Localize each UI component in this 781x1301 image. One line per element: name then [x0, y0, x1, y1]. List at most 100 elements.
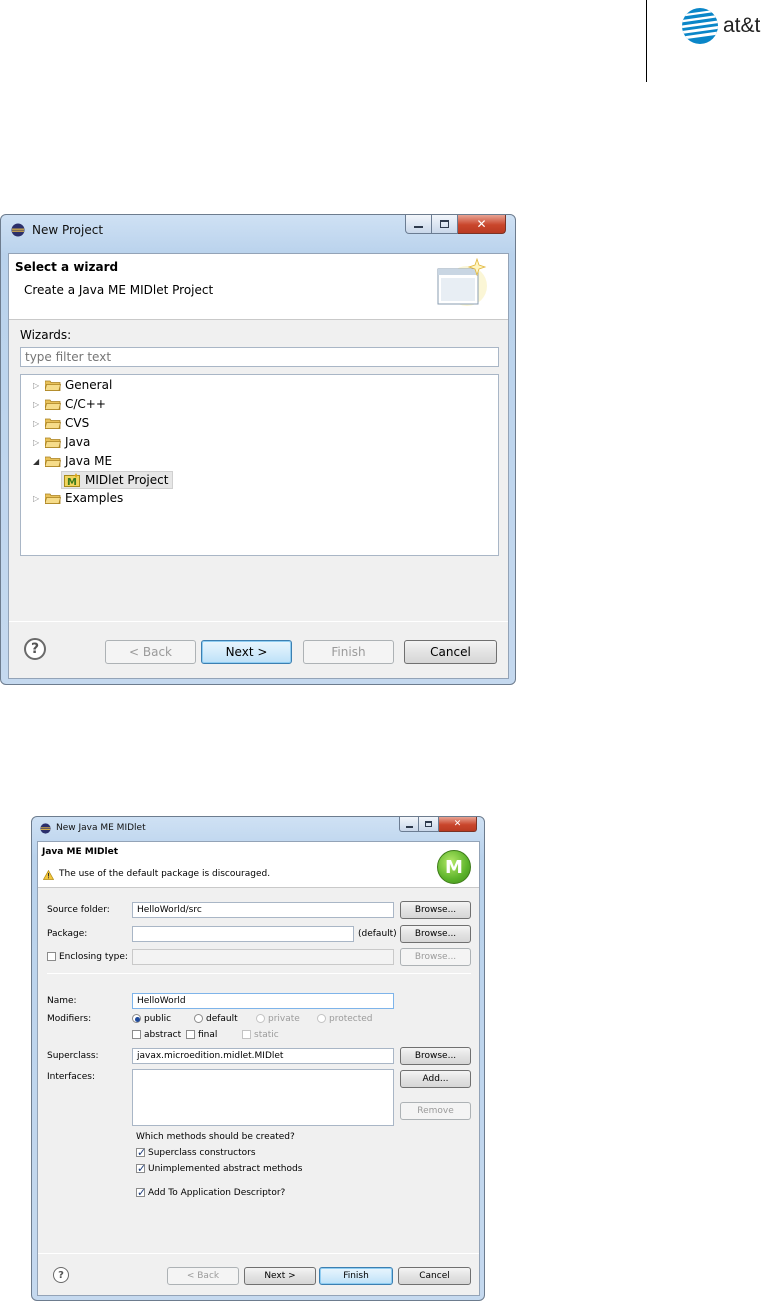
wizard-banner-icon: [437, 258, 487, 306]
modifier-abstract[interactable]: abstract: [132, 1030, 181, 1040]
maximize-button[interactable]: [432, 215, 458, 234]
superclass-field[interactable]: javax.microedition.midlet.MIDlet: [132, 1048, 394, 1064]
browse-enclosing-button[interactable]: Browse...: [400, 948, 471, 966]
folder-icon: [44, 418, 62, 429]
browse-source-button[interactable]: Browse...: [400, 901, 471, 919]
enclosing-type-row[interactable]: Enclosing type:: [47, 952, 128, 962]
back-button[interactable]: < Back: [105, 640, 196, 664]
add-interface-button[interactable]: Add...: [400, 1070, 471, 1088]
static-checkbox[interactable]: [242, 1030, 251, 1039]
wizard-header: Select a wizard Create a Java ME MIDlet …: [9, 254, 508, 320]
tree-item-general[interactable]: ▷ General: [33, 378, 112, 392]
wizard-content: Select a wizard Create a Java ME MIDlet …: [8, 253, 509, 679]
close-button[interactable]: ✕: [458, 215, 506, 234]
method-superclass-constructors[interactable]: Superclass constructors: [136, 1146, 256, 1159]
collapse-icon[interactable]: ◢: [33, 457, 43, 466]
svg-text:M: M: [67, 477, 77, 487]
close-icon: ✕: [476, 217, 487, 231]
source-folder-label: Source folder:: [47, 905, 110, 915]
maximize-icon: [425, 821, 432, 827]
radio-private[interactable]: [256, 1014, 265, 1023]
badge-letter: M: [445, 856, 463, 878]
tree-item-label: CVS: [65, 416, 90, 430]
modifier-public[interactable]: public: [132, 1014, 171, 1024]
modifier-default[interactable]: default: [194, 1014, 238, 1024]
modifier-static[interactable]: static: [242, 1030, 279, 1040]
modifier-final-label: final: [198, 1030, 218, 1040]
close-button[interactable]: ✕: [439, 817, 477, 832]
minimize-button[interactable]: [405, 215, 432, 234]
expand-icon[interactable]: ▷: [33, 438, 43, 447]
abstract-checkbox[interactable]: [132, 1030, 141, 1039]
browse-package-button[interactable]: Browse...: [400, 925, 471, 943]
add-descriptor-label: Add To Application Descriptor?: [148, 1188, 286, 1198]
wizard-tree[interactable]: ▷ General ▷ C/C++ ▷ CVS ▷ Java ◢ Java ME…: [20, 374, 499, 556]
expand-icon[interactable]: ▷: [33, 494, 43, 503]
folder-icon: [44, 380, 62, 391]
help-icon[interactable]: ?: [24, 638, 46, 660]
midlet-header: Java ME MIDlet The use of the default pa…: [38, 842, 479, 888]
back-button[interactable]: < Back: [167, 1267, 239, 1285]
tree-item-midlet-project[interactable]: M MIDlet Project: [61, 471, 174, 489]
next-button[interactable]: Next >: [201, 640, 292, 664]
new-project-window: New Project ✕ Select a wizard Create a J…: [0, 214, 516, 685]
close-icon: ✕: [453, 819, 462, 829]
wizard-title: Select a wizard: [15, 260, 119, 274]
final-checkbox[interactable]: [186, 1030, 195, 1039]
enclosing-type-checkbox[interactable]: [47, 952, 56, 961]
modifier-private[interactable]: private: [256, 1014, 300, 1024]
modifier-private-label: private: [268, 1014, 300, 1024]
expand-icon[interactable]: ▷: [33, 400, 43, 409]
superclass-value: javax.microedition.midlet.MIDlet: [137, 1051, 284, 1061]
minimize-icon: [405, 825, 413, 828]
tree-item-label: MIDlet Project: [85, 473, 169, 487]
name-field[interactable]: HelloWorld: [132, 993, 394, 1009]
help-icon[interactable]: ?: [53, 1267, 69, 1283]
cancel-button[interactable]: Cancel: [398, 1267, 471, 1285]
next-button[interactable]: Next >: [244, 1267, 316, 1285]
unimplemented-methods-checkbox[interactable]: [136, 1162, 146, 1175]
cancel-button[interactable]: Cancel: [404, 640, 497, 664]
radio-default[interactable]: [194, 1014, 203, 1023]
remove-interface-button[interactable]: Remove: [400, 1102, 471, 1120]
radio-public[interactable]: [132, 1014, 141, 1023]
footer-separator: [9, 621, 508, 622]
superclass-constructors-checkbox[interactable]: [136, 1146, 146, 1159]
modifier-abstract-label: abstract: [144, 1030, 182, 1040]
add-descriptor-row[interactable]: Add To Application Descriptor?: [136, 1186, 286, 1199]
interfaces-label: Interfaces:: [47, 1072, 96, 1082]
radio-protected[interactable]: [317, 1014, 326, 1023]
modifiers-label: Modifiers:: [47, 1014, 92, 1024]
browse-superclass-button[interactable]: Browse...: [400, 1047, 471, 1065]
tree-item-cvs[interactable]: ▷ CVS: [33, 416, 89, 430]
modifier-final[interactable]: final: [186, 1030, 217, 1040]
modifier-static-label: static: [254, 1030, 279, 1040]
logo-divider: [646, 0, 647, 82]
midlet-badge-icon: M: [437, 850, 471, 884]
methods-question: Which methods should be created?: [136, 1132, 295, 1142]
tree-item-label: General: [65, 378, 113, 392]
default-label: (default): [358, 929, 397, 939]
method-unimplemented[interactable]: Unimplemented abstract methods: [136, 1162, 302, 1175]
tree-item-java[interactable]: ▷ Java: [33, 435, 90, 449]
tree-item-label: Java ME: [65, 454, 113, 468]
modifier-protected[interactable]: protected: [317, 1014, 373, 1024]
tree-item-cpp[interactable]: ▷ C/C++: [33, 397, 106, 411]
add-descriptor-checkbox[interactable]: [136, 1186, 146, 1199]
tree-item-java-me[interactable]: ◢ Java ME: [33, 454, 112, 468]
filter-input[interactable]: [20, 347, 499, 367]
enclosing-type-field: [132, 949, 394, 965]
finish-button[interactable]: Finish: [303, 640, 394, 664]
maximize-button[interactable]: [419, 817, 439, 832]
maximize-icon: [440, 220, 449, 228]
package-field[interactable]: [132, 926, 354, 942]
tree-item-examples[interactable]: ▷ Examples: [33, 491, 123, 505]
interfaces-list[interactable]: [132, 1069, 394, 1126]
expand-icon[interactable]: ▷: [33, 419, 43, 428]
source-folder-value: HelloWorld/src: [137, 905, 202, 915]
finish-button[interactable]: Finish: [319, 1267, 393, 1285]
expand-icon[interactable]: ▷: [33, 381, 43, 390]
package-label: Package:: [47, 929, 88, 939]
minimize-button[interactable]: [399, 817, 419, 832]
source-folder-field[interactable]: HelloWorld/src: [132, 902, 394, 918]
